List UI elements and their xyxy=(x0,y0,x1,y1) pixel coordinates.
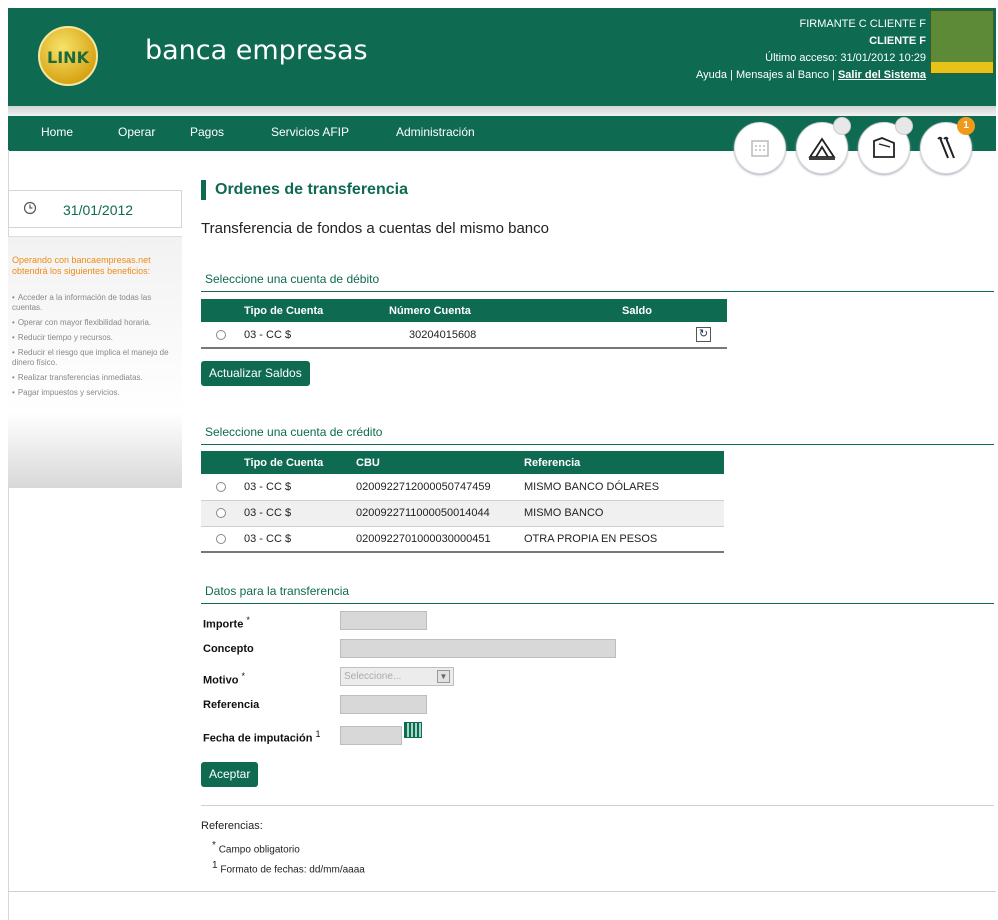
list-item: Reducir tiempo y recursos. xyxy=(12,333,178,343)
fecha-input[interactable] xyxy=(340,726,402,745)
cell-cbu: 0200922701000030000451 xyxy=(356,526,524,553)
credit-section-title: Seleccione una cuenta de crédito xyxy=(205,425,383,439)
user-name: FIRMANTE C CLIENTE F xyxy=(799,18,926,30)
debit-radio[interactable] xyxy=(216,329,226,340)
nav-servicios-afip[interactable]: Servicios AFIP xyxy=(271,125,349,139)
cell-referencia: MISMO BANCO xyxy=(524,500,724,527)
col-tipo: Tipo de Cuenta xyxy=(244,299,387,322)
references-title: Referencias: xyxy=(201,820,263,832)
nav-administracion[interactable]: Administración xyxy=(396,125,475,139)
calendar-icon[interactable] xyxy=(404,722,422,738)
credit-radio[interactable] xyxy=(216,533,226,544)
motivo-select[interactable]: Seleccione... ▼ xyxy=(340,667,454,686)
header-divider xyxy=(8,106,996,116)
concepto-label: Concepto xyxy=(203,643,254,655)
nav-icon-group: 1 xyxy=(734,117,975,182)
cell-tipo: 03 - CC $ xyxy=(244,500,356,527)
section-divider xyxy=(201,291,994,292)
nav-pagos[interactable]: Pagos xyxy=(190,125,224,139)
form-section-title: Datos para la transferencia xyxy=(205,584,350,598)
reference-date-format: 1 Formato de fechas: dd/mm/aaaa xyxy=(212,860,365,876)
section-divider xyxy=(201,805,994,806)
sidebar-date-box: 31/01/2012 xyxy=(8,190,182,228)
nav-home[interactable]: Home xyxy=(41,125,73,139)
transfer-icon[interactable] xyxy=(796,117,851,174)
page-title: Ordenes de transferencia xyxy=(201,180,408,200)
col-numero: Número Cuenta xyxy=(387,299,567,322)
importe-input[interactable] xyxy=(340,611,427,630)
company-name: CLIENTE F xyxy=(869,35,926,47)
promo-title: Operando con bancaempresas.net obtendrá … xyxy=(12,255,151,276)
update-balances-button[interactable]: Actualizar Saldos xyxy=(201,361,310,386)
refresh-icon[interactable]: ↻ xyxy=(696,327,711,342)
table-row[interactable]: 03 - CC $ 30204015608 ↻ xyxy=(201,322,727,349)
user-info: FIRMANTE C CLIENTE F CLIENTE F Último ac… xyxy=(696,16,926,84)
importe-label: Importe * xyxy=(203,615,250,631)
sidebar-promo: Operando con bancaempresas.net obtendrá … xyxy=(8,236,182,488)
section-divider xyxy=(201,444,994,445)
col-referencia: Referencia xyxy=(524,451,724,474)
calendar-icon[interactable] xyxy=(734,122,786,174)
reference-required: * Campo obligatorio xyxy=(212,840,300,856)
list-item: Acceder a la información de todas las cu… xyxy=(12,293,178,313)
credit-radio[interactable] xyxy=(216,508,226,518)
help-link[interactable]: Ayuda xyxy=(696,69,727,81)
col-tipo: Tipo de Cuenta xyxy=(244,451,356,474)
credit-accounts-table: Tipo de Cuenta CBU Referencia 03 - CC $ … xyxy=(201,451,724,553)
benefits-list: Acceder a la información de todas las cu… xyxy=(12,293,178,403)
chevron-down-icon[interactable]: ▼ xyxy=(437,670,450,683)
motivo-label: Motivo * xyxy=(203,671,246,687)
cell-tipo: 03 - CC $ xyxy=(244,526,356,553)
cell-cbu: 0200922711000050014044 xyxy=(356,500,524,527)
col-cbu: CBU xyxy=(356,451,524,474)
main-nav: Home Operar Pagos Servicios AFIP Adminis… xyxy=(8,116,996,174)
messages-link[interactable]: Mensajes al Banco xyxy=(736,69,829,81)
list-item: Reducir el riesgo que implica el manejo … xyxy=(12,348,178,368)
cell-tipo: 03 - CC $ xyxy=(244,322,387,349)
brand-title: banca empresas xyxy=(145,35,368,66)
concepto-input[interactable] xyxy=(340,639,616,658)
fecha-label: Fecha de imputación 1 xyxy=(203,729,321,745)
logout-link[interactable]: Salir del Sistema xyxy=(838,69,926,81)
cell-cbu: 0200922712000050747459 xyxy=(356,474,524,501)
table-row[interactable]: 03 - CC $ 0200922711000050014044 MISMO B… xyxy=(201,500,724,527)
debit-section-title: Seleccione una cuenta de débito xyxy=(205,272,380,286)
table-header-row: Tipo de Cuenta Número Cuenta Saldo xyxy=(201,299,727,322)
referencia-input[interactable] xyxy=(340,695,427,714)
list-item: Pagar impuestos y servicios. xyxy=(12,388,178,398)
table-row[interactable]: 03 - CC $ 0200922712000050747459 MISMO B… xyxy=(201,474,724,501)
credit-radio[interactable] xyxy=(216,481,226,492)
cell-tipo: 03 - CC $ xyxy=(244,474,356,501)
debit-accounts-table: Tipo de Cuenta Número Cuenta Saldo 03 - … xyxy=(201,299,727,349)
cell-numero: 30204015608 xyxy=(387,322,567,349)
accept-button[interactable]: Aceptar xyxy=(201,762,259,787)
header: LINK banca empresas FIRMANTE C CLIENTE F… xyxy=(8,8,996,106)
user-avatar xyxy=(930,10,994,74)
sidebar-date: 31/01/2012 xyxy=(63,202,134,218)
last-access: Último acceso: 31/01/2012 10:29 xyxy=(765,52,926,64)
clip-icon[interactable]: 1 xyxy=(920,117,975,174)
list-item: Realizar transferencias inmediatas. xyxy=(12,373,178,383)
notification-badge: 1 xyxy=(957,117,975,135)
section-divider xyxy=(201,603,994,604)
list-item: Operar con mayor flexibilidad horaria. xyxy=(12,318,178,328)
cell-referencia: OTRA PROPIA EN PESOS xyxy=(524,526,724,553)
folder-icon[interactable] xyxy=(858,117,913,174)
table-row[interactable]: 03 - CC $ 0200922701000030000451 OTRA PR… xyxy=(201,526,724,553)
table-header-row: Tipo de Cuenta CBU Referencia xyxy=(201,451,724,474)
col-saldo: Saldo xyxy=(567,299,727,322)
link-logo[interactable]: LINK xyxy=(38,26,98,86)
referencia-label: Referencia xyxy=(203,699,260,711)
page-subtitle: Transferencia de fondos a cuentas del mi… xyxy=(201,220,549,237)
nav-operar[interactable]: Operar xyxy=(118,125,155,139)
header-links: Ayuda | Mensajes al Banco | Salir del Si… xyxy=(696,69,926,81)
footer-divider xyxy=(8,891,996,892)
clock-icon xyxy=(23,201,37,215)
cell-referencia: MISMO BANCO DÓLARES xyxy=(524,474,724,501)
